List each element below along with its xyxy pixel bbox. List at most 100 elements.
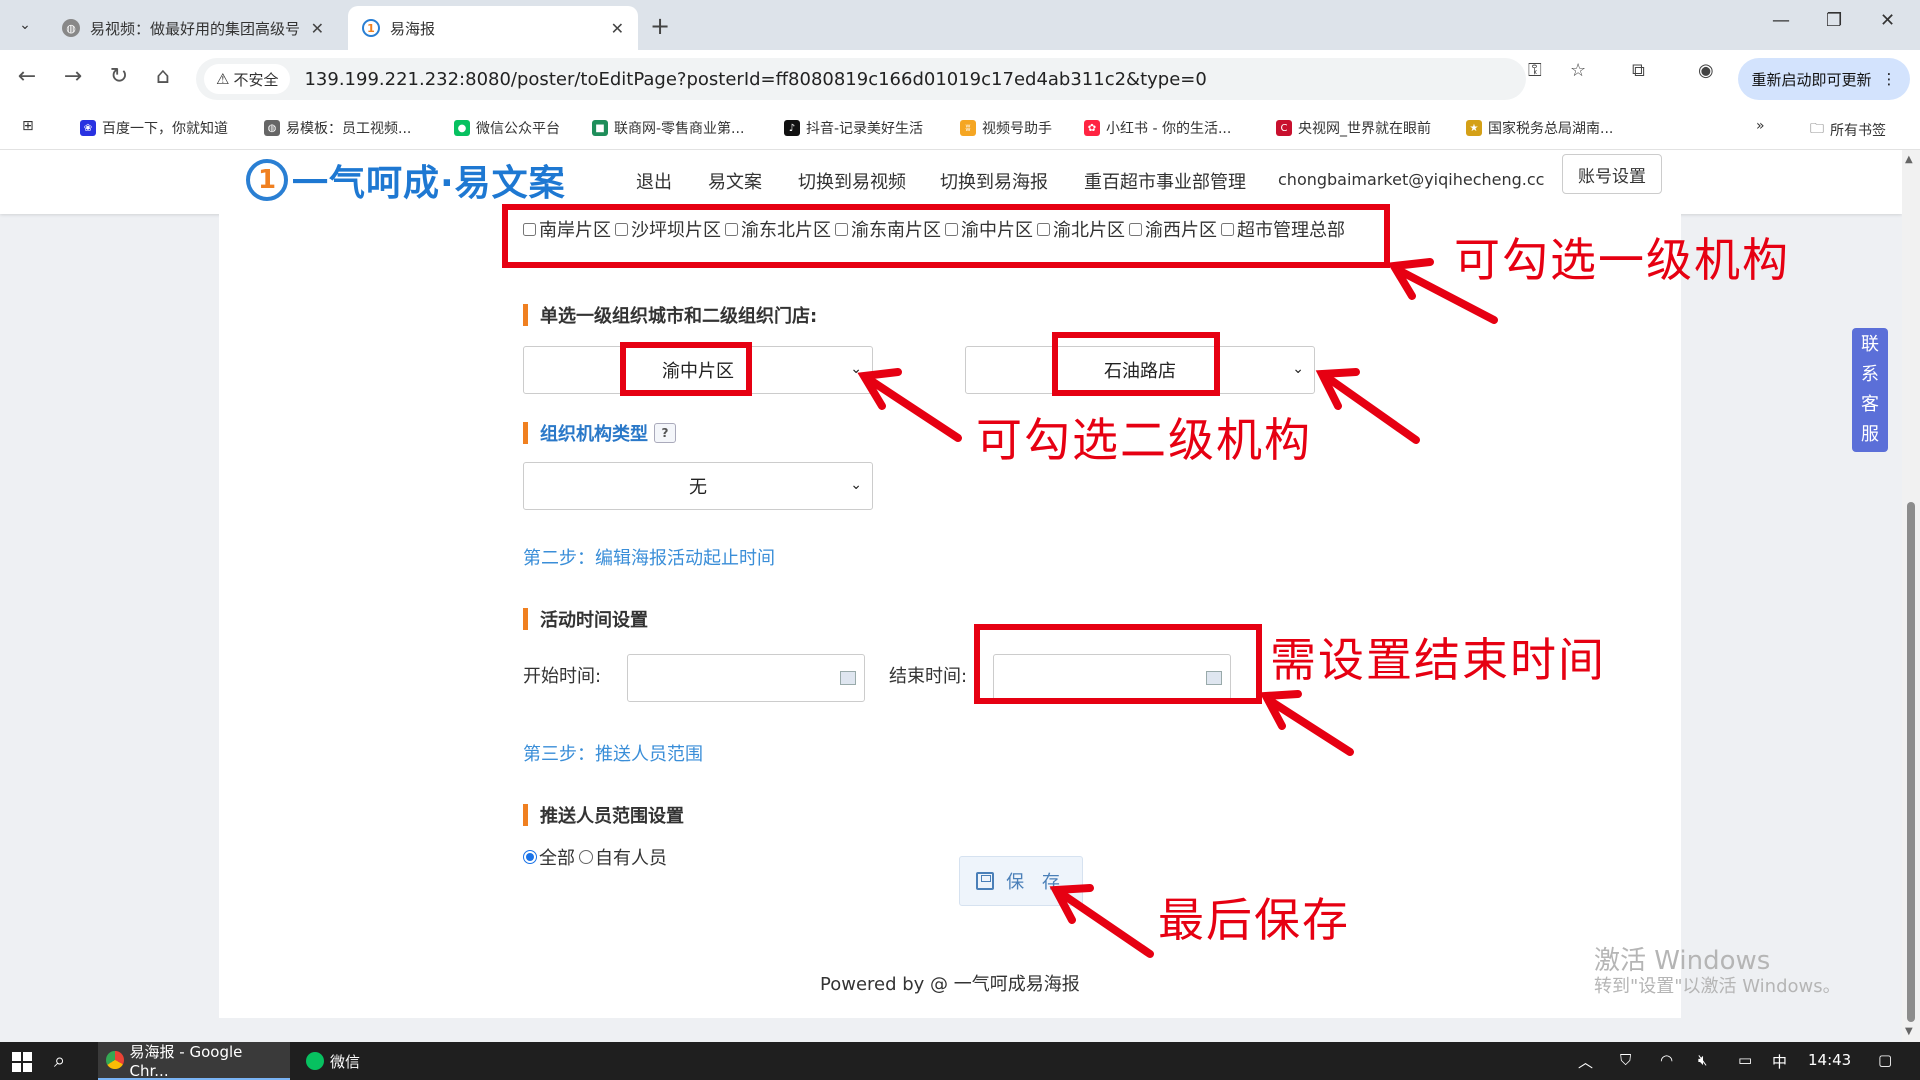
forward-icon[interactable]: → xyxy=(58,64,88,89)
bookmark-label: 国家税务总局湖南... xyxy=(1488,121,1614,137)
main-content xyxy=(219,214,1681,1018)
url-text[interactable]: 139.199.221.232:8080/poster/toEditPage?p… xyxy=(304,69,1206,90)
minimize-icon[interactable]: — xyxy=(1772,10,1790,31)
password-key-icon[interactable]: ⚿ xyxy=(1528,60,1542,81)
nav-copywriting[interactable]: 易文案 xyxy=(708,168,762,194)
section-accent-bar xyxy=(523,804,528,826)
shield-icon[interactable]: ⛉ xyxy=(1620,1051,1631,1069)
bookmark-label: 视频号助手 xyxy=(982,121,1052,137)
taskbar-wechat[interactable]: 微信 xyxy=(298,1042,490,1080)
tab-strip: ⌄ ◍ 易视频：做最好用的集团高级号 ✕ 1 易海报 ✕ + — ❐ ✕ xyxy=(0,0,1920,50)
radio-custom-label: 自有人员 xyxy=(595,848,667,869)
page-viewport: 1 一气呵成·易文案 退出 易文案 切换到易视频 切换到易海报 重百超市事业部管… xyxy=(0,150,1920,1042)
restore-icon[interactable]: ❐ xyxy=(1826,10,1842,31)
bookmark-channels[interactable]: ʬ 视频号助手 xyxy=(960,118,1052,138)
tab-poster[interactable]: 1 易海报 ✕ xyxy=(348,6,638,50)
address-bar[interactable]: ⚠ 不安全 139.199.221.232:8080/poster/toEdit… xyxy=(196,58,1526,100)
taskbar-item-label: 易海报 - Google Chr... xyxy=(129,1042,243,1080)
bookmark-wechat-mp[interactable]: ● 微信公众平台 xyxy=(454,118,560,138)
scroll-up-icon[interactable]: ▲ xyxy=(1905,154,1913,165)
new-tab-icon[interactable]: + xyxy=(650,12,670,40)
apps-grid-icon[interactable]: ⊞ xyxy=(22,118,34,134)
reload-icon[interactable]: ↻ xyxy=(104,64,134,89)
radio-all-label: 全部 xyxy=(539,848,575,869)
close-window-icon[interactable]: ✕ xyxy=(1880,10,1895,31)
wifi-icon[interactable]: ◠ xyxy=(1660,1051,1673,1069)
org-type-select[interactable]: 无 ⌄ xyxy=(523,462,873,510)
bookmark-label: 微信公众平台 xyxy=(476,121,560,137)
windows-start-icon[interactable] xyxy=(12,1052,32,1072)
douyin-icon: ♪ xyxy=(784,120,800,136)
bookmark-tax[interactable]: ★ 国家税务总局湖南... xyxy=(1466,118,1613,138)
logo-text: 一气呵成·易文案 xyxy=(292,163,566,204)
nav-account-email[interactable]: chongbaimarket@yiqihecheng.cc xyxy=(1278,170,1544,189)
warning-icon: ⚠ xyxy=(216,70,230,88)
nav-switch-poster[interactable]: 切换到易海报 xyxy=(940,168,1048,194)
nav-division-admin[interactable]: 重百超市事业部管理 xyxy=(1084,168,1246,194)
profile-icon[interactable]: ◉ xyxy=(1698,60,1714,81)
annotation-box-store xyxy=(1052,332,1220,396)
more-menu-icon[interactable]: ⋮ xyxy=(1882,70,1897,88)
save-button[interactable]: 保 存 xyxy=(959,856,1083,906)
contact-char: 服 xyxy=(1861,424,1879,445)
scroll-thumb[interactable] xyxy=(1907,502,1915,1022)
home-icon[interactable]: ⌂ xyxy=(148,64,178,89)
page-scrollbar[interactable]: ▲ ▼ xyxy=(1902,150,1920,1042)
annotation-box-city xyxy=(620,342,752,396)
clock[interactable]: 14:43 xyxy=(1808,1051,1851,1069)
tab-video[interactable]: ◍ 易视频：做最好用的集团高级号 ✕ xyxy=(48,6,338,50)
security-chip[interactable]: ⚠ 不安全 xyxy=(204,64,291,94)
radio-all[interactable] xyxy=(523,850,537,864)
scroll-down-icon[interactable]: ▼ xyxy=(1905,1026,1913,1037)
bookmark-label: 易模板：员工视频... xyxy=(286,121,412,137)
annotation-box-end-time xyxy=(974,624,1262,704)
help-icon[interactable]: ? xyxy=(654,423,676,443)
section-title-org-type: 组织机构类型 ? xyxy=(523,420,676,446)
annotation-box-level1 xyxy=(502,204,1390,268)
site-logo[interactable]: 1 一气呵成·易文案 xyxy=(246,154,566,206)
start-time-input[interactable] xyxy=(627,654,865,702)
bookmark-label: 联商网-零售商业第... xyxy=(614,121,745,137)
bookmark-baidu[interactable]: ❀ 百度一下，你就知道 xyxy=(80,118,228,138)
tab-search-icon[interactable]: ⌄ xyxy=(10,10,40,40)
section-title-text: 组织机构类型 xyxy=(540,424,648,445)
back-icon[interactable]: ← xyxy=(12,64,42,89)
bookmark-label: 央视网_世界就在眼前 xyxy=(1298,121,1431,137)
more-bookmarks-icon[interactable]: » xyxy=(1756,118,1765,134)
annotation-end-time: 需设置结束时间 xyxy=(1270,633,1606,687)
close-icon[interactable]: ✕ xyxy=(611,19,624,38)
end-time-label: 结束时间: xyxy=(889,666,968,687)
bookmark-douyin[interactable]: ♪ 抖音-记录美好生活 xyxy=(784,118,923,138)
site-logo-icon: 1 xyxy=(362,19,380,37)
bookmark-cctv[interactable]: C 央视网_世界就在眼前 xyxy=(1276,118,1431,138)
nav-switch-video[interactable]: 切换到易视频 xyxy=(798,168,906,194)
wechat-icon: ● xyxy=(454,120,470,136)
bookmark-linkshop[interactable]: ■ 联商网-零售商业第... xyxy=(592,118,744,138)
taskbar-chrome[interactable]: 易海报 - Google Chr... xyxy=(98,1042,290,1080)
update-button[interactable]: 重新启动即可更新 ⋮ xyxy=(1738,58,1910,100)
step3-heading: 第三步：推送人员范围 xyxy=(523,744,703,765)
section-accent-bar xyxy=(523,422,528,444)
wechat-icon xyxy=(306,1052,324,1070)
contact-service-button[interactable]: 联 系 客 服 xyxy=(1852,328,1888,452)
bookmark-star-icon[interactable]: ☆ xyxy=(1570,60,1586,81)
logo-icon: 1 xyxy=(246,159,288,201)
ime-indicator[interactable]: 中 xyxy=(1772,1051,1787,1072)
bookmark-xiaohongshu[interactable]: ✿ 小红书 - 你的生活... xyxy=(1084,118,1231,138)
emblem-icon: ★ xyxy=(1466,120,1482,136)
radio-custom[interactable] xyxy=(579,850,593,864)
search-icon[interactable]: ⌕ xyxy=(54,1048,65,1072)
extensions-icon[interactable]: ⧉ xyxy=(1632,60,1645,81)
calendar-icon[interactable] xyxy=(840,671,856,685)
battery-icon[interactable]: ▭ xyxy=(1738,1051,1752,1069)
notification-icon[interactable]: ▢ xyxy=(1878,1051,1892,1069)
folder-icon: 🗀 xyxy=(1810,121,1824,137)
close-icon[interactable]: ✕ xyxy=(311,19,324,38)
tray-chevron-up-icon[interactable]: ︿ xyxy=(1578,1051,1593,1072)
account-settings-button[interactable]: 账号设置 xyxy=(1562,154,1662,194)
volume-muted-icon[interactable]: 🔇︎ xyxy=(1698,1051,1707,1069)
nav-logout[interactable]: 退出 xyxy=(636,168,672,194)
all-bookmarks[interactable]: 🗀 所有书签 xyxy=(1810,118,1886,142)
bookmark-template[interactable]: ◍ 易模板：员工视频... xyxy=(264,118,411,138)
browser-toolbar: ← → ↻ ⌂ ⚠ 不安全 139.199.221.232:8080/poste… xyxy=(0,50,1920,108)
